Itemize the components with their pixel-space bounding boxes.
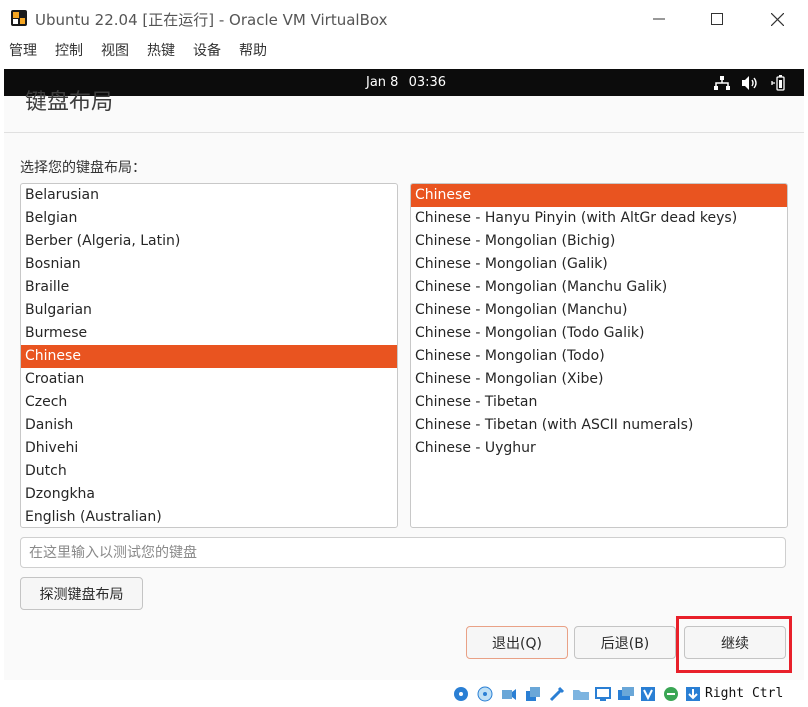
close-window-button[interactable] xyxy=(754,2,800,36)
window-titlebar[interactable]: Ubuntu 22.04 [正在运行] - Oracle VM VirtualB… xyxy=(0,0,808,38)
layout-list[interactable]: Belarusian Belgian Berber (Algeria, Lati… xyxy=(20,183,398,528)
video-capture-icon[interactable] xyxy=(617,685,635,703)
maximize-icon xyxy=(711,13,723,25)
menu-bar: 管理 控制 视图 热键 设备 帮助 xyxy=(0,38,808,60)
layout-prompt: 选择您的键盘布局： xyxy=(20,160,146,176)
display-icon[interactable] xyxy=(594,685,612,703)
variant-item[interactable]: Chinese - Mongolian (Todo) xyxy=(411,345,787,368)
optical-drive-icon[interactable] xyxy=(476,685,494,703)
variant-item[interactable]: Chinese - Mongolian (Xibe) xyxy=(411,368,787,391)
audio-icon[interactable] xyxy=(500,685,518,703)
variant-item[interactable]: Chinese - Tibetan (with ASCII numerals) xyxy=(411,414,787,437)
minimize-button[interactable] xyxy=(636,2,682,36)
variant-item-selected[interactable]: Chinese xyxy=(411,184,787,207)
layout-item[interactable]: Bulgarian xyxy=(21,299,397,322)
layout-item[interactable]: Belarusian xyxy=(21,184,397,207)
layout-item[interactable]: Braille xyxy=(21,276,397,299)
network-icon[interactable] xyxy=(714,74,730,91)
variant-list[interactable]: Chinese Chinese - Hanyu Pinyin (with Alt… xyxy=(410,183,788,528)
page-title: 键盘布局 xyxy=(25,90,114,115)
keyboard-capture-icon[interactable] xyxy=(684,685,702,703)
speaker-icon[interactable] xyxy=(742,74,758,91)
network-adapter-icon[interactable] xyxy=(524,685,542,703)
layout-item[interactable]: Dutch xyxy=(21,460,397,483)
layout-item[interactable]: English (Australian) xyxy=(21,506,397,527)
vbox-status-bar: Right Ctrl xyxy=(0,682,808,707)
guest-clock[interactable]: Jan 8 03:36 xyxy=(366,75,446,90)
variant-item[interactable]: Chinese - Mongolian (Manchu) xyxy=(411,299,787,322)
virtualbox-icon xyxy=(10,9,28,27)
layout-item[interactable]: Croatian xyxy=(21,368,397,391)
menu-control[interactable]: 控制 xyxy=(55,40,83,60)
hard-disk-icon[interactable] xyxy=(452,685,470,703)
maximize-button[interactable] xyxy=(694,2,740,36)
host-key-label: Right Ctrl xyxy=(705,686,784,701)
layout-item[interactable]: Belgian xyxy=(21,207,397,230)
layout-item[interactable]: Bosnian xyxy=(21,253,397,276)
layout-item[interactable]: Czech xyxy=(21,391,397,414)
layout-item[interactable]: Berber (Algeria, Latin) xyxy=(21,230,397,253)
header-divider xyxy=(4,132,804,133)
back-button[interactable]: 后退(B) xyxy=(574,626,676,659)
menu-hotkeys[interactable]: 热键 xyxy=(147,40,175,60)
variant-item[interactable]: Chinese - Mongolian (Galik) xyxy=(411,253,787,276)
variant-item[interactable]: Chinese - Mongolian (Bichig) xyxy=(411,230,787,253)
clock-time: 03:36 xyxy=(408,75,447,90)
mouse-integration-icon[interactable] xyxy=(662,685,680,703)
guest-top-bar: Jan 8 03:36 xyxy=(4,69,804,96)
variant-item[interactable]: Chinese - Tibetan xyxy=(411,391,787,414)
menu-devices[interactable]: 设备 xyxy=(193,40,221,60)
variant-item[interactable]: Chinese - Uyghur xyxy=(411,437,787,460)
menu-manage[interactable]: 管理 xyxy=(9,40,37,60)
shared-folder-icon[interactable] xyxy=(572,685,590,703)
virtualization-icon[interactable] xyxy=(639,685,657,703)
usb-icon[interactable] xyxy=(548,685,566,703)
menu-help[interactable]: 帮助 xyxy=(239,40,267,60)
variant-item[interactable]: Chinese - Mongolian (Manchu Galik) xyxy=(411,276,787,299)
variant-item[interactable]: Chinese - Hanyu Pinyin (with AltGr dead … xyxy=(411,207,787,230)
installer-window: 键盘布局 选择您的键盘布局： Belarusian Belgian Berber… xyxy=(4,90,804,680)
menu-view[interactable]: 视图 xyxy=(101,40,129,60)
vm-display[interactable]: Jan 8 03:36 键盘布局 选择您的键盘布局： Belarusian Be… xyxy=(4,69,804,680)
close-icon xyxy=(770,12,784,26)
detect-layout-button[interactable]: 探测键盘布局 xyxy=(20,577,143,610)
layout-item-selected[interactable]: Chinese xyxy=(21,345,397,368)
layout-item[interactable]: Dhivehi xyxy=(21,437,397,460)
keyboard-test-input[interactable] xyxy=(20,537,786,568)
window-title: Ubuntu 22.04 [正在运行] - Oracle VM VirtualB… xyxy=(35,11,388,29)
quit-button[interactable]: 退出(Q) xyxy=(466,626,568,659)
highlight-box xyxy=(676,616,792,673)
variant-item[interactable]: Chinese - Mongolian (Todo Galik) xyxy=(411,322,787,345)
minimize-icon xyxy=(653,18,665,20)
battery-icon[interactable] xyxy=(771,74,787,91)
layout-item[interactable]: Danish xyxy=(21,414,397,437)
clock-date: Jan 8 xyxy=(366,75,399,90)
layout-item[interactable]: Dzongkha xyxy=(21,483,397,506)
layout-item[interactable]: Burmese xyxy=(21,322,397,345)
